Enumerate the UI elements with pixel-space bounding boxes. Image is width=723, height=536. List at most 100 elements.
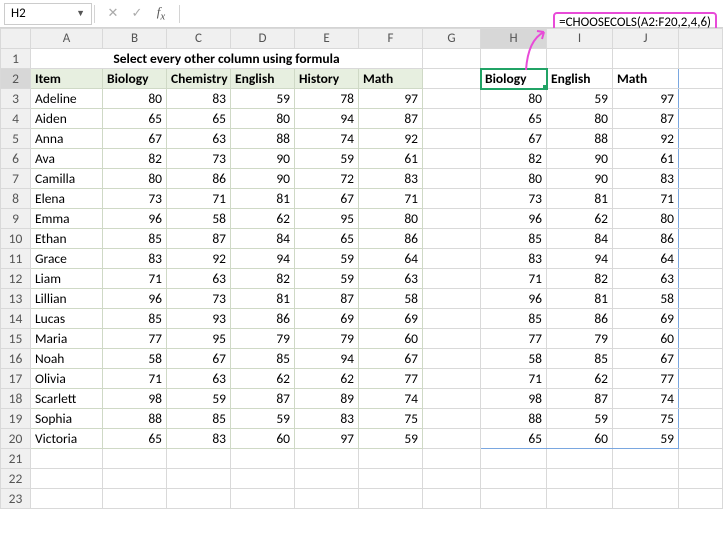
cell-J14[interactable]: 69 — [613, 309, 679, 329]
cell-G20[interactable] — [423, 429, 481, 449]
row-header-21[interactable]: 21 — [1, 449, 31, 469]
cell-G6[interactable] — [423, 149, 481, 169]
cell-J21[interactable] — [613, 449, 679, 469]
cell-G12[interactable] — [423, 269, 481, 289]
cell-G7[interactable] — [423, 169, 481, 189]
cell-D2[interactable]: English — [231, 69, 295, 89]
cell-G13[interactable] — [423, 289, 481, 309]
cell-H14[interactable]: 85 — [481, 309, 547, 329]
cell-D22[interactable] — [231, 469, 295, 489]
cell-D18[interactable]: 87 — [231, 389, 295, 409]
cell-B7[interactable]: 80 — [103, 169, 167, 189]
spreadsheet-grid[interactable]: ABCDEFGHIJ 1Select every other column us… — [0, 28, 723, 509]
cell-J20[interactable]: 59 — [613, 429, 679, 449]
cell-C7[interactable]: 86 — [167, 169, 231, 189]
row-header-23[interactable]: 23 — [1, 489, 31, 509]
cell-H1[interactable] — [481, 49, 547, 69]
cell-H20[interactable]: 65 — [481, 429, 547, 449]
cell-E6[interactable]: 59 — [295, 149, 359, 169]
cell-F8[interactable]: 71 — [359, 189, 423, 209]
cell-E20[interactable]: 97 — [295, 429, 359, 449]
cell-E19[interactable]: 83 — [295, 409, 359, 429]
cell-E2[interactable]: History — [295, 69, 359, 89]
cell-G5[interactable] — [423, 129, 481, 149]
cell-E5[interactable]: 74 — [295, 129, 359, 149]
cell-F9[interactable]: 80 — [359, 209, 423, 229]
cell-B20[interactable]: 65 — [103, 429, 167, 449]
cell-C17[interactable]: 63 — [167, 369, 231, 389]
column-header-I[interactable]: I — [547, 29, 613, 49]
cell-F13[interactable]: 58 — [359, 289, 423, 309]
cell-D15[interactable]: 79 — [231, 329, 295, 349]
row-header-10[interactable]: 10 — [1, 229, 31, 249]
cell-F7[interactable]: 83 — [359, 169, 423, 189]
cell-E3[interactable]: 78 — [295, 89, 359, 109]
cell-G17[interactable] — [423, 369, 481, 389]
cell-H19[interactable]: 88 — [481, 409, 547, 429]
cell-G8[interactable] — [423, 189, 481, 209]
cell-J6[interactable]: 61 — [613, 149, 679, 169]
cell-D16[interactable]: 85 — [231, 349, 295, 369]
cell-C2[interactable]: Chemistry — [167, 69, 231, 89]
cell-J13[interactable]: 58 — [613, 289, 679, 309]
cell-G1[interactable] — [423, 49, 481, 69]
cell-H12[interactable]: 71 — [481, 269, 547, 289]
cell-C16[interactable]: 67 — [167, 349, 231, 369]
cell-C22[interactable] — [167, 469, 231, 489]
column-header-E[interactable]: E — [295, 29, 359, 49]
cell-J18[interactable]: 74 — [613, 389, 679, 409]
row-header-1[interactable]: 1 — [1, 49, 31, 69]
cell-H11[interactable]: 83 — [481, 249, 547, 269]
cell-F20[interactable]: 59 — [359, 429, 423, 449]
name-box[interactable]: H2 ▼ — [4, 3, 92, 25]
cell-D17[interactable]: 62 — [231, 369, 295, 389]
cell-G22[interactable] — [423, 469, 481, 489]
cell-H9[interactable]: 96 — [481, 209, 547, 229]
cell-C23[interactable] — [167, 489, 231, 509]
cell-D20[interactable]: 60 — [231, 429, 295, 449]
cell-E13[interactable]: 87 — [295, 289, 359, 309]
row-header-5[interactable]: 5 — [1, 129, 31, 149]
cell-A11[interactable]: Grace — [31, 249, 103, 269]
cell-J9[interactable]: 80 — [613, 209, 679, 229]
row-header-22[interactable]: 22 — [1, 469, 31, 489]
cell-C9[interactable]: 58 — [167, 209, 231, 229]
cell-E9[interactable]: 95 — [295, 209, 359, 229]
cell-D23[interactable] — [231, 489, 295, 509]
cell-J22[interactable] — [613, 469, 679, 489]
cell-I6[interactable]: 90 — [547, 149, 613, 169]
cell-I1[interactable] — [547, 49, 613, 69]
cell-G4[interactable] — [423, 109, 481, 129]
cell-G21[interactable] — [423, 449, 481, 469]
cell-A3[interactable]: Adeline — [31, 89, 103, 109]
cell-D5[interactable]: 88 — [231, 129, 295, 149]
cell-D12[interactable]: 82 — [231, 269, 295, 289]
row-header-13[interactable]: 13 — [1, 289, 31, 309]
cell-J12[interactable]: 63 — [613, 269, 679, 289]
cell-B15[interactable]: 77 — [103, 329, 167, 349]
column-header-H[interactable]: H — [481, 29, 547, 49]
cell-A14[interactable]: Lucas — [31, 309, 103, 329]
cell-B11[interactable]: 83 — [103, 249, 167, 269]
cell-H13[interactable]: 96 — [481, 289, 547, 309]
cell-I10[interactable]: 84 — [547, 229, 613, 249]
cell-I23[interactable] — [547, 489, 613, 509]
cell-G15[interactable] — [423, 329, 481, 349]
cell-B21[interactable] — [103, 449, 167, 469]
cell-C18[interactable]: 59 — [167, 389, 231, 409]
column-header-B[interactable]: B — [103, 29, 167, 49]
cell-G23[interactable] — [423, 489, 481, 509]
cell-C20[interactable]: 83 — [167, 429, 231, 449]
cell-I2[interactable]: English — [547, 69, 613, 89]
row-header-18[interactable]: 18 — [1, 389, 31, 409]
cell-J2[interactable]: Math — [613, 69, 679, 89]
column-header-G[interactable]: G — [423, 29, 481, 49]
cell-A2[interactable]: Item — [31, 69, 103, 89]
cell-J7[interactable]: 83 — [613, 169, 679, 189]
cell-I7[interactable]: 90 — [547, 169, 613, 189]
cell-F17[interactable]: 77 — [359, 369, 423, 389]
cell-F16[interactable]: 67 — [359, 349, 423, 369]
cell-E4[interactable]: 94 — [295, 109, 359, 129]
row-header-7[interactable]: 7 — [1, 169, 31, 189]
cell-A20[interactable]: Victoria — [31, 429, 103, 449]
